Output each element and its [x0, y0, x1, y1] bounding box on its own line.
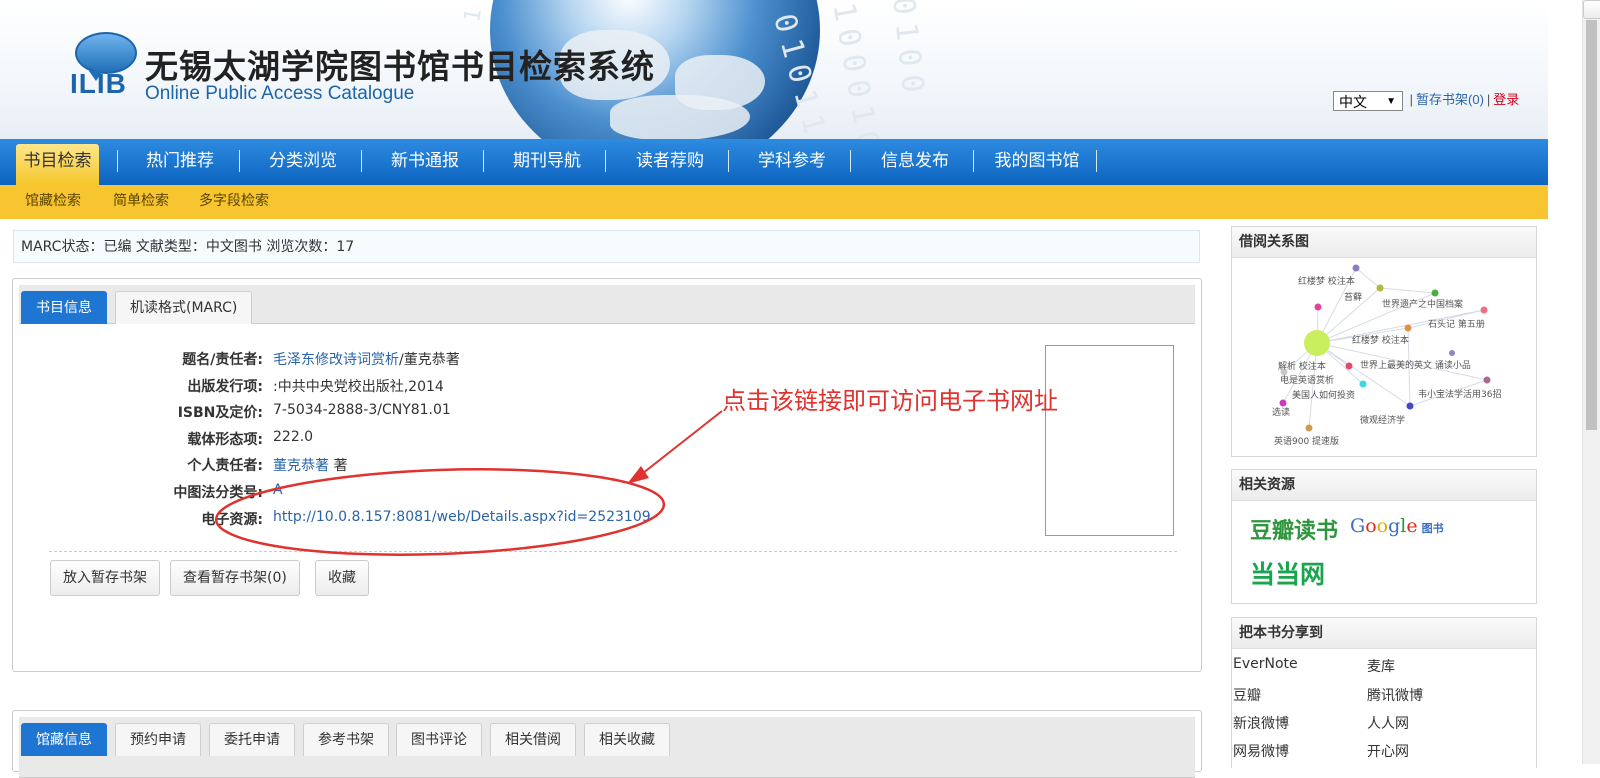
tab-reservation[interactable]: 预约申请: [115, 723, 201, 756]
tab-book-reviews[interactable]: 图书评论: [396, 723, 482, 756]
borrow-graph: [1279, 264, 1491, 432]
related-resources-box: 相关资源 豆瓣读书 Google 图书 当当网: [1231, 469, 1537, 604]
detail-tabbar: 书目信息 机读格式(MARC): [19, 285, 1195, 324]
field-label-clc: 中图法分类号:: [173, 485, 263, 501]
tab-holdings[interactable]: 馆藏信息: [21, 723, 107, 756]
tab-related-borrowing[interactable]: 相关借阅: [490, 723, 576, 756]
site-title: 无锡太湖学院图书馆书目检索系统: [145, 47, 655, 86]
language-select[interactable]: 中文 ▼: [1333, 90, 1403, 111]
holdings-tabbar: 馆藏信息 预约申请 委托申请 参考书架 图书评论 相关借阅 相关收藏: [19, 717, 1195, 778]
annotation-text: 点击该链接即可访问电子书网址: [722, 387, 1058, 415]
chevron-down-icon: ▼: [1386, 95, 1396, 107]
borrow-graph-box: 借阅关系图 红楼梦 校注本 苔藓 世界遗产之中国档案 石头记 第五册 红楼梦 校…: [1231, 226, 1537, 457]
field-value-carrier: 222.0: [273, 429, 314, 445]
field-value-clc: A: [273, 482, 283, 498]
tab-delegation[interactable]: 委托申请: [209, 723, 295, 756]
share-tencent-weibo[interactable]: 腾讯微博: [1367, 685, 1423, 705]
field-value-isbn: 7-5034-2888-3/CNY81.01: [273, 402, 451, 418]
view-shelf-button[interactable]: 查看暂存书架(0): [170, 560, 300, 596]
field-value-eresource: http://10.0.8.157:8081/web/Details.aspx?…: [273, 509, 651, 525]
tab-reference-shelf[interactable]: 参考书架: [303, 723, 389, 756]
add-to-shelf-button[interactable]: 放入暂存书架: [50, 560, 160, 596]
clc-link[interactable]: A: [273, 482, 283, 498]
scrollbar-thumb[interactable]: [1586, 20, 1597, 430]
login-link[interactable]: 登录: [1493, 92, 1519, 107]
favorite-button[interactable]: 收藏: [315, 560, 369, 596]
title-responsibility: /董克恭著: [399, 352, 460, 368]
share-evernote[interactable]: EverNote: [1233, 656, 1298, 672]
author-link[interactable]: 董克恭著: [273, 458, 329, 474]
share-kaixin[interactable]: 开心网: [1367, 741, 1409, 761]
temp-shelf-link[interactable]: 暂存书架(0): [1416, 92, 1484, 107]
site-subtitle: Online Public Access Catalogue: [145, 83, 415, 104]
book-cover-placeholder: [1045, 345, 1174, 536]
header-banner: 0101100 1000101 0100 1011 ILIB 无锡太湖学院图书馆…: [0, 0, 1548, 139]
share-netease-weibo[interactable]: 网易微博: [1233, 741, 1289, 761]
tab-related-favorites[interactable]: 相关收藏: [584, 723, 670, 756]
share-sina-weibo[interactable]: 新浪微博: [1233, 713, 1289, 733]
douban-reading-link[interactable]: 豆瓣读书: [1250, 513, 1338, 545]
vertical-scrollbar[interactable]: ▲: [1582, 0, 1600, 764]
nav-item-browse[interactable]: 分类浏览: [253, 139, 353, 185]
nav-item-my-library[interactable]: 我的图书馆: [984, 139, 1090, 185]
nav-item-subject[interactable]: 学科参考: [742, 139, 842, 185]
nav-item-new-books[interactable]: 新书通报: [375, 139, 475, 185]
top-utility-bar: 中文 ▼ | 暂存书架(0) | 登录: [1333, 89, 1519, 111]
divider: [49, 551, 1177, 552]
nav-item-journals[interactable]: 期刊导航: [497, 139, 597, 185]
tab-bibliographic-info[interactable]: 书目信息: [21, 291, 107, 324]
field-label-title: 题名/责任者:: [182, 352, 263, 368]
field-value-publisher: :中共中央党校出版社,2014: [273, 379, 444, 395]
share-renren[interactable]: 人人网: [1367, 713, 1409, 733]
field-label-eresource: 电子资源:: [201, 512, 263, 528]
share-title: 把本书分享到: [1232, 618, 1536, 649]
nav-item-info[interactable]: 信息发布: [865, 139, 965, 185]
scroll-up-icon[interactable]: ▲: [1583, 0, 1600, 19]
holdings-panel: 馆藏信息 预约申请 委托申请 参考书架 图书评论 相关借阅 相关收藏: [12, 710, 1202, 778]
nav-item-hot[interactable]: 热门推荐: [130, 139, 230, 185]
subnav-holding-search[interactable]: 馆藏检索: [25, 185, 81, 218]
field-value-title: 毛泽东修改诗词赏析/董克恭著: [273, 349, 460, 369]
share-box: 把本书分享到 EverNote 麦库 豆瓣 腾讯微博 新浪微博 人人网 网易微博…: [1231, 617, 1537, 768]
nav-item-catalog-search[interactable]: 书目检索: [16, 144, 99, 185]
subnav-multi-field-search[interactable]: 多字段检索: [199, 185, 269, 218]
google-books-link[interactable]: Google 图书: [1350, 515, 1444, 537]
borrow-graph-title: 借阅关系图: [1232, 227, 1536, 258]
logo-text: ILIB: [70, 68, 127, 99]
dangdang-link[interactable]: 当当网: [1250, 555, 1325, 591]
main-nav: 书目检索 热门推荐 分类浏览 新书通报 期刊导航 读者荐购 学科参考 信息发布 …: [0, 139, 1548, 185]
field-label-isbn: ISBN及定价:: [177, 405, 263, 421]
tab-marc[interactable]: 机读格式(MARC): [115, 291, 253, 324]
field-value-author: 董克恭著 著: [273, 458, 348, 474]
field-label-author: 个人责任者:: [187, 458, 263, 474]
title-link[interactable]: 毛泽东修改诗词赏析: [273, 352, 399, 368]
share-maiku[interactable]: 麦库: [1367, 656, 1395, 676]
marc-status-bar: MARC状态：已编 文献类型：中文图书 浏览次数：17: [13, 230, 1200, 263]
eresource-link[interactable]: http://10.0.8.157:8081/web/Details.aspx?…: [273, 509, 651, 525]
field-label-carrier: 载体形态项:: [187, 432, 263, 448]
nav-item-recommend[interactable]: 读者荐购: [620, 139, 720, 185]
field-label-publisher: 出版发行项:: [187, 379, 263, 395]
share-douban[interactable]: 豆瓣: [1233, 685, 1261, 705]
related-resources-title: 相关资源: [1232, 470, 1536, 501]
subnav-simple-search[interactable]: 简单检索: [113, 185, 169, 218]
book-detail-panel: 书目信息 机读格式(MARC) 题名/责任者: 毛泽东修改诗词赏析/董克恭著 出…: [12, 278, 1202, 672]
sub-nav: 馆藏检索 简单检索 多字段检索: [0, 185, 1548, 219]
